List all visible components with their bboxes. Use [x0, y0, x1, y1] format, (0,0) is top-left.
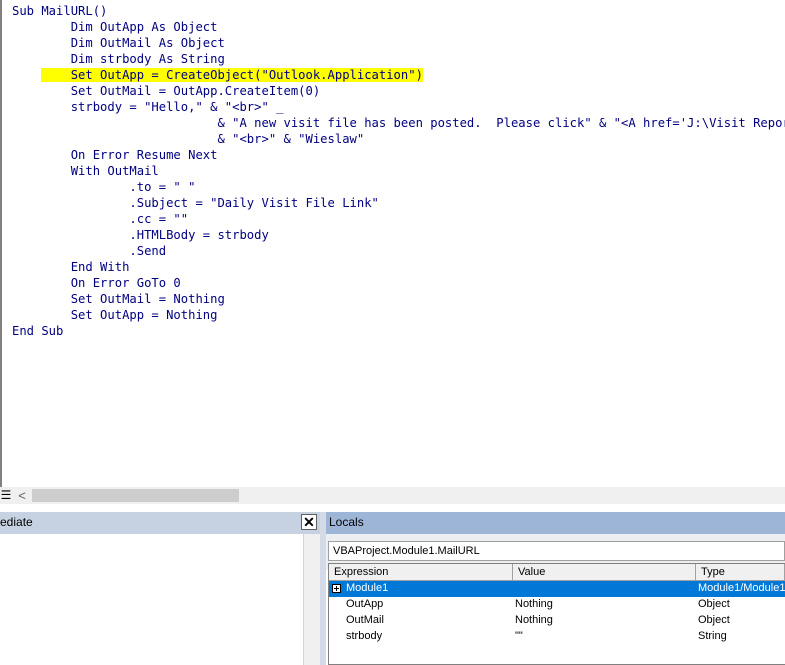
code-line[interactable]: .cc = "" — [12, 211, 785, 227]
code-line[interactable]: End Sub — [12, 323, 785, 339]
immediate-title: ediate — [0, 515, 33, 529]
code-text: .Send — [70, 244, 167, 258]
locals-cell-type: String — [698, 630, 727, 642]
code-text: End With — [41, 260, 130, 274]
locals-title-bar: Locals — [326, 512, 785, 534]
code-text: Set OutApp = CreateObject("Outlook.Appli… — [41, 68, 423, 82]
code-line[interactable]: Dim OutMail As Object — [12, 35, 785, 51]
locals-context-label: VBAProject.Module1.MailURL — [328, 541, 785, 561]
locals-cell-expression: OutApp — [346, 598, 384, 610]
locals-cell-value: Nothing — [515, 598, 553, 610]
code-line[interactable]: & "<br>" & "Wieslaw" — [12, 131, 785, 147]
immediate-vertical-scrollbar[interactable] — [303, 534, 320, 665]
locals-cell-type: Object — [698, 614, 730, 626]
code-text: Dim strbody As String — [41, 52, 225, 66]
locals-window: Locals VBAProject.Module1.MailURL Expres… — [326, 512, 785, 665]
code-line[interactable]: Set OutMail = Nothing — [12, 291, 785, 307]
expand-plus-icon[interactable] — [332, 584, 341, 593]
immediate-window: ediate ✕ — [0, 512, 320, 665]
code-line[interactable]: Sub MailURL() — [12, 3, 785, 19]
code-line[interactable]: .Send — [12, 243, 785, 259]
editor-left-border — [0, 0, 2, 487]
code-line[interactable]: Set OutMail = OutApp.CreateItem(0) — [12, 83, 785, 99]
locals-row[interactable]: strbody "" String — [329, 629, 785, 645]
locals-grid-header: Expression Value Type — [329, 564, 785, 581]
close-icon[interactable]: ✕ — [301, 514, 317, 530]
code-line[interactable]: .to = " " — [12, 179, 785, 195]
scroll-left-button[interactable]: < — [14, 487, 30, 504]
locals-cell-value: "" — [515, 630, 523, 642]
locals-row[interactable]: OutApp Nothing Object — [329, 597, 785, 613]
code-text: .to = " " — [70, 180, 196, 194]
code-text: .cc = "" — [70, 212, 189, 226]
code-line[interactable]: On Error GoTo 0 — [12, 275, 785, 291]
code-text: With OutMail — [41, 164, 159, 178]
code-text: End Sub — [12, 324, 64, 338]
locals-cell-expression: strbody — [346, 630, 383, 642]
locals-cell-value: Nothing — [515, 614, 553, 626]
code-text: Sub MailURL() — [12, 4, 108, 18]
locals-title: Locals — [329, 515, 364, 529]
code-text: On Error Resume Next — [41, 148, 218, 162]
code-text: .HTMLBody = strbody — [70, 228, 269, 242]
column-header-value[interactable]: Value — [513, 564, 696, 581]
code-line[interactable]: Set OutApp = Nothing — [12, 307, 785, 323]
code-text: On Error GoTo 0 — [41, 276, 181, 290]
code-line[interactable]: .HTMLBody = strbody — [12, 227, 785, 243]
locals-cell-type: Object — [698, 598, 730, 610]
code-line[interactable]: End With — [12, 259, 785, 275]
code-line[interactable]: On Error Resume Next — [12, 147, 785, 163]
horizontal-scrollbar[interactable]: ☰ < — [0, 487, 785, 504]
code-text: & "A new visit file has been posted. Ple… — [114, 116, 785, 130]
locals-cell-expression: OutMail — [346, 614, 384, 626]
code-text: strbody = "Hello," & "<br>" _ — [41, 100, 284, 114]
locals-cell-expression: Module1 — [346, 582, 389, 594]
code-line[interactable]: Dim OutApp As Object — [12, 19, 785, 35]
locals-row[interactable]: Module1 Module1/Module1 — [329, 581, 785, 597]
scroll-thumb[interactable] — [32, 489, 239, 502]
locals-grid[interactable]: Expression Value Type Module1 Module1/Mod… — [328, 563, 785, 665]
code-text: Set OutApp = Nothing — [41, 308, 218, 322]
code-window[interactable]: Sub MailURL() Dim OutApp As Object Dim O… — [12, 3, 785, 339]
code-line[interactable]: Dim strbody As String — [12, 51, 785, 67]
code-line[interactable]: strbody = "Hello," & "<br>" _ — [12, 99, 785, 115]
column-header-expression[interactable]: Expression — [329, 564, 513, 581]
code-line[interactable]: & "A new visit file has been posted. Ple… — [12, 115, 785, 131]
highlighted-code-line[interactable]: Set OutApp = CreateObject("Outlook.Appli… — [12, 67, 785, 83]
procedure-view-icon[interactable]: ☰ — [0, 487, 12, 504]
code-text: Set OutMail = Nothing — [41, 292, 225, 306]
locals-cell-value — [515, 581, 695, 597]
locals-cell-type: Module1/Module1 — [698, 582, 785, 594]
immediate-input-area[interactable] — [0, 534, 303, 665]
code-text: Dim OutMail As Object — [41, 36, 225, 50]
code-line[interactable]: With OutMail — [12, 163, 785, 179]
locals-row[interactable]: OutMail Nothing Object — [329, 613, 785, 629]
code-editor[interactable]: Sub MailURL() Dim OutApp As Object Dim O… — [0, 0, 785, 487]
code-text: & "<br>" & "Wieslaw" — [114, 132, 365, 146]
pane-splitter[interactable] — [0, 504, 785, 512]
code-text: .Subject = "Daily Visit File Link" — [70, 196, 379, 210]
immediate-title-bar: ediate ✕ — [0, 512, 320, 534]
column-header-type[interactable]: Type — [696, 564, 785, 581]
code-text: Dim OutApp As Object — [41, 20, 218, 34]
code-line[interactable]: .Subject = "Daily Visit File Link" — [12, 195, 785, 211]
code-text: Set OutMail = OutApp.CreateItem(0) — [41, 84, 321, 98]
